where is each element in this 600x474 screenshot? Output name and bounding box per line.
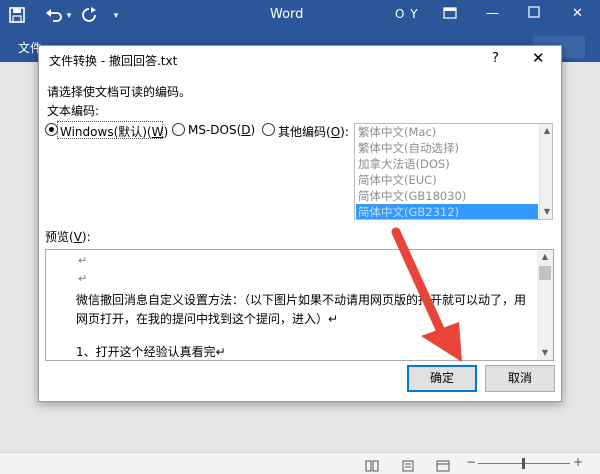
- status-bar: − +: [0, 452, 600, 474]
- radio-other-label[interactable]: 其他编码(O):: [278, 123, 349, 140]
- zoom-slider-thumb[interactable]: [522, 458, 525, 469]
- dialog-title: 文件转换 - 撤回回答.txt: [49, 54, 178, 68]
- zoom-in-icon[interactable]: +: [573, 455, 583, 469]
- preview-line: 微信撤回消息自定义设置方法：（以下图片如果不动请用网页版的打开就可以动了，用: [76, 293, 527, 307]
- maximize-icon[interactable]: [528, 6, 540, 22]
- help-button[interactable]: ?: [492, 51, 499, 66]
- list-item[interactable]: 简体中文(EUC): [356, 172, 538, 188]
- preview-scrollbar[interactable]: ▲ ▼: [537, 250, 553, 360]
- preview-line: 1、打开这个经验认真看完↵: [76, 345, 226, 359]
- scroll-up-icon[interactable]: ▲: [538, 250, 552, 264]
- undo-dropdown-icon[interactable]: ▾: [64, 7, 74, 25]
- paragraph-mark: ↵: [78, 254, 88, 267]
- dialog-close-button[interactable]: ✕: [532, 49, 545, 67]
- list-item[interactable]: 繁体中文(自动选择): [356, 140, 538, 156]
- radio-msdos[interactable]: [172, 123, 185, 136]
- customize-toolbar-icon[interactable]: ▾: [110, 7, 122, 25]
- minimize-icon[interactable]: —: [486, 6, 499, 21]
- ribbon-display-icon[interactable]: [443, 6, 457, 24]
- list-item[interactable]: 加拿大法语(DOS): [356, 156, 538, 172]
- list-item[interactable]: 简体中文(GB18030): [356, 188, 538, 204]
- scroll-down-icon[interactable]: ▼: [540, 205, 552, 219]
- preview-box[interactable]: ↵ ↵ 微信撤回消息自定义设置方法：（以下图片如果不动请用网页版的打开就可以动了…: [45, 249, 554, 361]
- read-mode-icon[interactable]: [365, 457, 379, 474]
- encoding-label: 文本编码:: [47, 104, 100, 118]
- radio-windows-label[interactable]: Windows(默认)(W): [60, 123, 168, 140]
- zoom-out-icon[interactable]: −: [466, 455, 476, 469]
- preview-label: 预览(V):: [45, 230, 91, 244]
- redo-icon[interactable]: [80, 7, 98, 25]
- close-window-icon[interactable]: ✕: [572, 6, 583, 21]
- save-icon[interactable]: [8, 7, 26, 25]
- list-item-selected[interactable]: 简体中文(GB2312): [356, 204, 538, 219]
- scroll-thumb[interactable]: [539, 266, 551, 280]
- list-item[interactable]: 繁体中文(Mac): [356, 124, 538, 140]
- print-layout-icon[interactable]: [402, 457, 414, 474]
- encoding-list-scrollbar[interactable]: ▲ ▼: [539, 124, 552, 219]
- file-conversion-dialog: 文件转换 - 撤回回答.txt ? ✕ 请选择使文档可读的编码。 文本编码: W…: [38, 45, 562, 402]
- encoding-list[interactable]: 繁体中文(Mac) 繁体中文(自动选择) 加拿大法语(DOS) 简体中文(EUC…: [354, 123, 553, 220]
- cancel-button[interactable]: 取消: [485, 365, 555, 392]
- scroll-up-icon[interactable]: ▲: [540, 124, 552, 138]
- scroll-down-icon[interactable]: ▼: [538, 346, 552, 360]
- user-name[interactable]: O Y: [395, 7, 419, 21]
- radio-other[interactable]: [262, 123, 275, 136]
- radio-msdos-label[interactable]: MS-DOS(D): [188, 123, 255, 137]
- preview-line: 网页打开，在我的提问中找到这个提问，进入）↵: [76, 312, 339, 326]
- paragraph-mark: ↵: [78, 272, 88, 285]
- ok-button[interactable]: 确定: [407, 365, 477, 392]
- word-titlebar: ▾ ▾ Word O Y — ✕: [0, 0, 600, 32]
- web-layout-icon[interactable]: [436, 457, 450, 474]
- instruction-text: 请选择使文档可读的编码。: [47, 85, 192, 99]
- app-title: Word: [270, 7, 304, 22]
- undo-icon[interactable]: [44, 7, 64, 25]
